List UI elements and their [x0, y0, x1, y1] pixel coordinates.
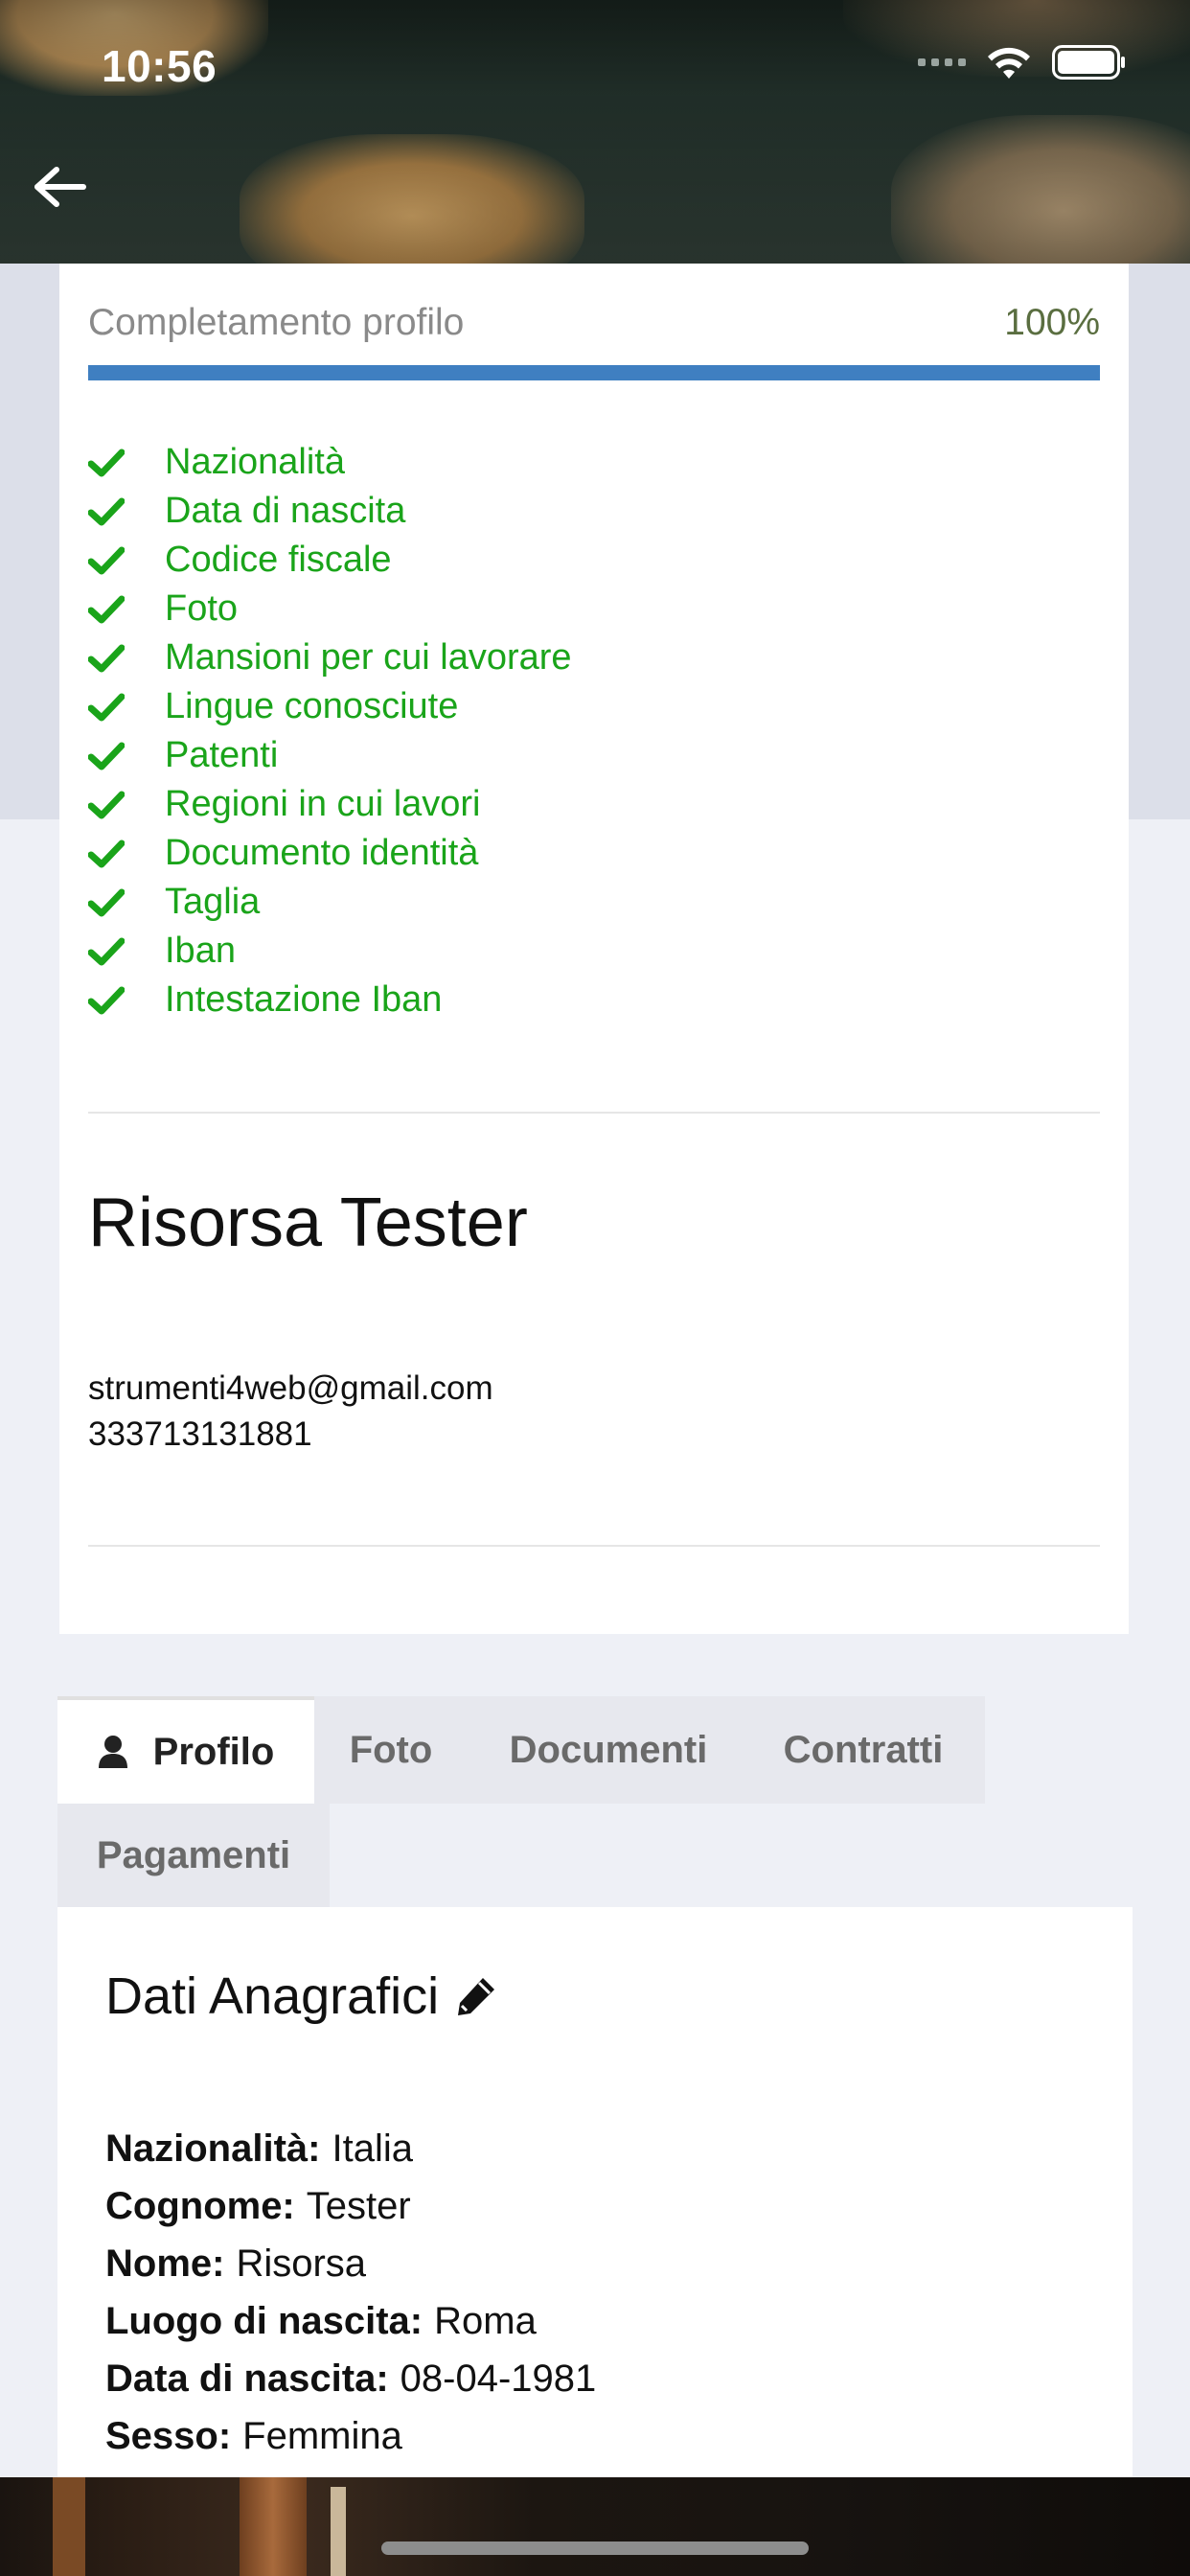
field-key: Luogo di nascita: [105, 2299, 423, 2342]
wifi-icon [988, 47, 1030, 79]
field-key: Cognome: [105, 2184, 295, 2227]
completion-checklist: Nazionalità Data di nascita Codice fiscale… [88, 438, 572, 1024]
checklist-item-label: Codice fiscale [165, 540, 392, 580]
tab-label: Foto [349, 1728, 433, 1771]
user-icon [98, 1735, 128, 1769]
field-key: Sesso: [105, 2414, 232, 2457]
profile-completion-label: Completamento profilo [88, 302, 465, 343]
field-key: Data di nascita: [105, 2357, 389, 2400]
checklist-item-label: Regioni in cui lavori [165, 784, 481, 824]
data-field: Data di nascita: 08-04-1981 [105, 2350, 596, 2407]
checklist-item: Patenti [88, 731, 572, 780]
profile-screen: 10:56 Completamento profilo 100% Naziona… [0, 0, 1190, 2576]
checklist-item-label: Documento identità [165, 833, 479, 873]
check-icon [88, 493, 134, 531]
checklist-item-label: Nazionalità [165, 442, 345, 482]
checklist-item-label: Mansioni per cui lavorare [165, 637, 572, 678]
checklist-item-label: Data di nascita [165, 491, 406, 531]
battery-icon [1052, 45, 1125, 80]
checklist-item-label: Lingue conosciute [165, 686, 459, 726]
section-title: Dati Anagrafici [105, 1966, 498, 2026]
check-icon [88, 932, 134, 971]
tab-contratti[interactable]: Contratti [763, 1696, 964, 1804]
back-button[interactable] [27, 153, 94, 220]
checklist-item: Intestazione Iban [88, 976, 572, 1024]
back-arrow-icon [34, 167, 86, 207]
data-field: Luogo di nascita: Roma [105, 2292, 596, 2350]
check-icon [88, 590, 134, 629]
check-icon [88, 981, 134, 1020]
tab-documenti[interactable]: Documenti [489, 1696, 728, 1804]
divider [88, 1545, 1100, 1547]
tab-profilo[interactable]: Profilo [57, 1696, 314, 1804]
checklist-item: Data di nascita [88, 487, 572, 536]
status-icons [918, 44, 1127, 80]
check-icon [88, 444, 134, 482]
checklist-item: Codice fiscale [88, 536, 572, 585]
tab-label: Documenti [509, 1728, 708, 1771]
checklist-item: Taglia [88, 878, 572, 927]
profile-card: Completamento profilo 100% Nazionalità Da… [59, 264, 1129, 1634]
divider [88, 1112, 1100, 1114]
tab-label: Contratti [783, 1728, 944, 1771]
tab-label: Profilo [152, 1730, 275, 1773]
field-value: Italia [332, 2127, 413, 2170]
checklist-item-label: Iban [165, 931, 236, 971]
tab-foto[interactable]: Foto [326, 1696, 456, 1804]
field-value: Risorsa [236, 2242, 367, 2285]
home-indicator[interactable] [381, 2542, 809, 2555]
check-icon [88, 835, 134, 873]
checklist-item: Nazionalità [88, 438, 572, 487]
check-icon [88, 639, 134, 678]
profile-details-panel: Dati Anagrafici Nazionalità: Italia Cognom… [57, 1907, 1133, 2576]
section-title-text: Dati Anagrafici [105, 1967, 440, 2025]
pencil-icon[interactable] [454, 1974, 498, 2018]
checklist-item: Regioni in cui lavori [88, 780, 572, 829]
field-value: Tester [306, 2184, 411, 2227]
checklist-item: Documento identità [88, 829, 572, 878]
footer-photo [0, 2477, 1190, 2576]
profile-completion-fill [88, 365, 1100, 380]
data-field: Cognome: Tester [105, 2177, 596, 2235]
checklist-item-label: Taglia [165, 882, 261, 922]
data-field: Nazionalità: Italia [105, 2120, 596, 2177]
checklist-item-label: Intestazione Iban [165, 979, 443, 1020]
user-name: Risorsa Tester [88, 1184, 528, 1261]
checklist-item-label: Patenti [165, 735, 279, 775]
user-email[interactable]: strumenti4web@gmail.com [88, 1369, 493, 1408]
field-value: Femmina [242, 2414, 402, 2457]
tab-label: Pagamenti [96, 1833, 291, 1876]
checklist-item-label: Foto [165, 588, 239, 629]
profile-completion-bar [88, 365, 1100, 380]
profile-completion-value: 100% [1004, 302, 1100, 343]
checklist-item: Lingue conosciute [88, 682, 572, 731]
field-value: Roma [434, 2299, 537, 2342]
status-time: 10:56 [102, 41, 217, 91]
field-key: Nazionalità: [105, 2127, 321, 2170]
check-icon [88, 541, 134, 580]
user-phone[interactable]: 333713131881 [88, 1415, 312, 1454]
check-icon [88, 786, 134, 824]
personal-data-list: Nazionalità: Italia Cognome: Tester Nome: Ris… [105, 2120, 596, 2465]
field-key: Nome: [105, 2242, 225, 2285]
tab-pagamenti[interactable]: Pagamenti [57, 1804, 330, 1907]
checklist-item: Mansioni per cui lavorare [88, 633, 572, 682]
data-field: Sesso: Femmina [105, 2407, 596, 2465]
status-bar: 10:56 [0, 0, 1190, 126]
data-field: Nome: Risorsa [105, 2235, 596, 2292]
checklist-item: Iban [88, 927, 572, 976]
check-icon [88, 884, 134, 922]
check-icon [88, 688, 134, 726]
cellular-signal-icon [918, 58, 966, 66]
check-icon [88, 737, 134, 775]
field-value: 08-04-1981 [400, 2357, 597, 2400]
checklist-item: Foto [88, 585, 572, 633]
